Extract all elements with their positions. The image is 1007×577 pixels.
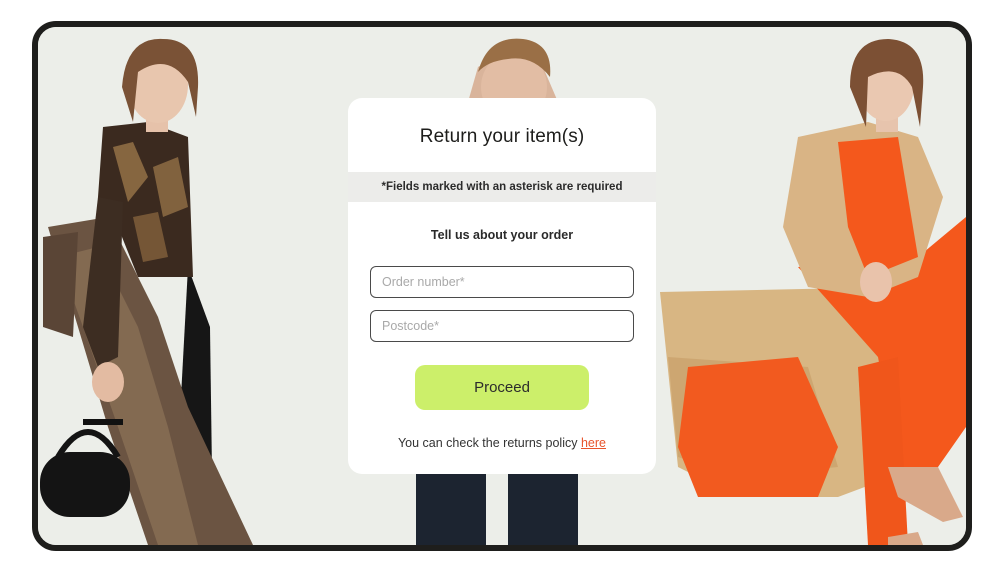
- returns-policy-label: You can check the returns policy: [397, 436, 581, 450]
- hero-frame: Return your item(s) *Fields marked with …: [32, 21, 972, 551]
- required-fields-notice: *Fields marked with an asterisk are requ…: [348, 172, 656, 202]
- form-title: Return your item(s): [419, 126, 585, 147]
- return-form-card: Return your item(s) *Fields marked with …: [348, 98, 656, 474]
- returns-policy-text: You can check the returns policy here: [348, 436, 656, 450]
- proceed-button[interactable]: Proceed: [415, 365, 589, 410]
- section-title: Tell us about your order: [430, 228, 574, 242]
- returns-policy-link[interactable]: here: [581, 436, 606, 450]
- order-number-input[interactable]: [370, 266, 634, 298]
- postcode-input[interactable]: [370, 310, 634, 342]
